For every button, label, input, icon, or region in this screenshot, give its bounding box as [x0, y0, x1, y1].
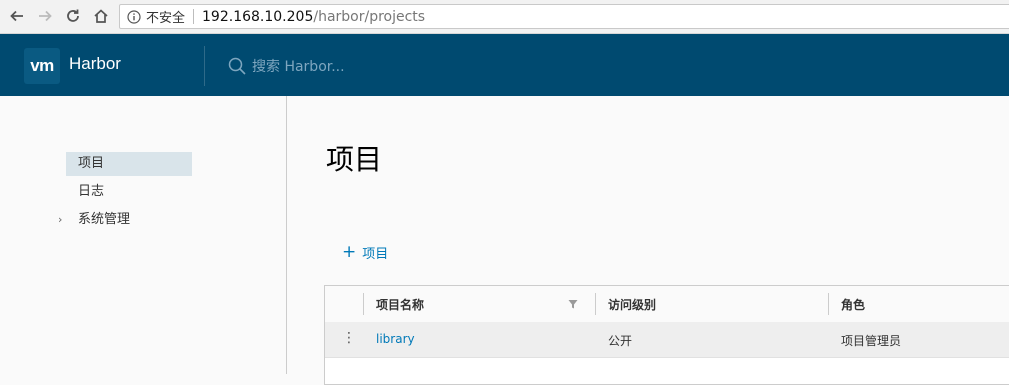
column-separator [363, 293, 364, 315]
home-icon [94, 9, 108, 23]
security-label: 不安全 [146, 11, 186, 26]
column-separator [828, 293, 829, 315]
column-separator [595, 293, 596, 315]
table-header: 项目名称 访问级别 角色 [325, 286, 1009, 323]
project-name-link[interactable]: library [376, 332, 415, 346]
url-path: /harbor/projects [313, 8, 426, 25]
global-search[interactable]: 搜索 Harbor... [228, 56, 345, 76]
main-content: 项目 + 项目 项目名称 访问级别 角色 ⋮ library 公开 项目管理员 [288, 96, 1009, 385]
forward-button[interactable] [34, 5, 56, 27]
access-level-cell: 公开 [608, 334, 633, 348]
home-button[interactable] [90, 5, 112, 27]
header-divider [204, 46, 205, 86]
sidebar-item-administration[interactable]: 系统管理 [66, 208, 192, 232]
chevron-right-icon[interactable]: › [58, 213, 62, 226]
address-divider [193, 9, 195, 24]
info-icon[interactable] [127, 9, 141, 24]
search-icon [228, 57, 246, 75]
plus-icon: + [342, 242, 357, 262]
projects-table: 项目名称 访问级别 角色 ⋮ library 公开 项目管理员 [324, 285, 1009, 385]
column-header-project-name[interactable]: 项目名称 [376, 296, 424, 313]
back-button[interactable] [6, 5, 28, 27]
sidebar-item-projects[interactable]: 项目 [66, 152, 192, 176]
back-arrow-icon [10, 10, 23, 22]
row-actions-icon[interactable]: ⋮ [342, 330, 356, 346]
app-header: vm Harbor 搜索 Harbor... [0, 34, 1009, 96]
page-title: 项目 [326, 143, 383, 176]
sidebar-nav: 项目 日志 › 系统管理 [0, 96, 287, 374]
add-project-button[interactable]: + 项目 [342, 242, 389, 263]
vmware-logo[interactable]: vm [24, 48, 60, 84]
browser-toolbar: 不安全 192.168.10.205 /harbor/projects [0, 0, 1009, 34]
sidebar-item-logs[interactable]: 日志 [66, 180, 192, 204]
reload-button[interactable] [62, 5, 84, 27]
add-project-label: 项目 [362, 247, 389, 262]
reload-icon [67, 9, 79, 22]
column-header-role[interactable]: 角色 [841, 296, 865, 313]
filter-icon[interactable] [568, 299, 578, 309]
role-cell: 项目管理员 [841, 334, 902, 348]
app-title[interactable]: Harbor [69, 54, 121, 74]
address-bar[interactable]: 不安全 192.168.10.205 /harbor/projects [119, 4, 1009, 29]
search-input[interactable]: 搜索 Harbor... [252, 56, 345, 76]
column-header-access-level[interactable]: 访问级别 [608, 296, 656, 313]
forward-arrow-icon [39, 10, 52, 22]
url-host: 192.168.10.205 [202, 8, 314, 25]
table-row[interactable]: ⋮ library 公开 项目管理员 [325, 322, 1009, 358]
